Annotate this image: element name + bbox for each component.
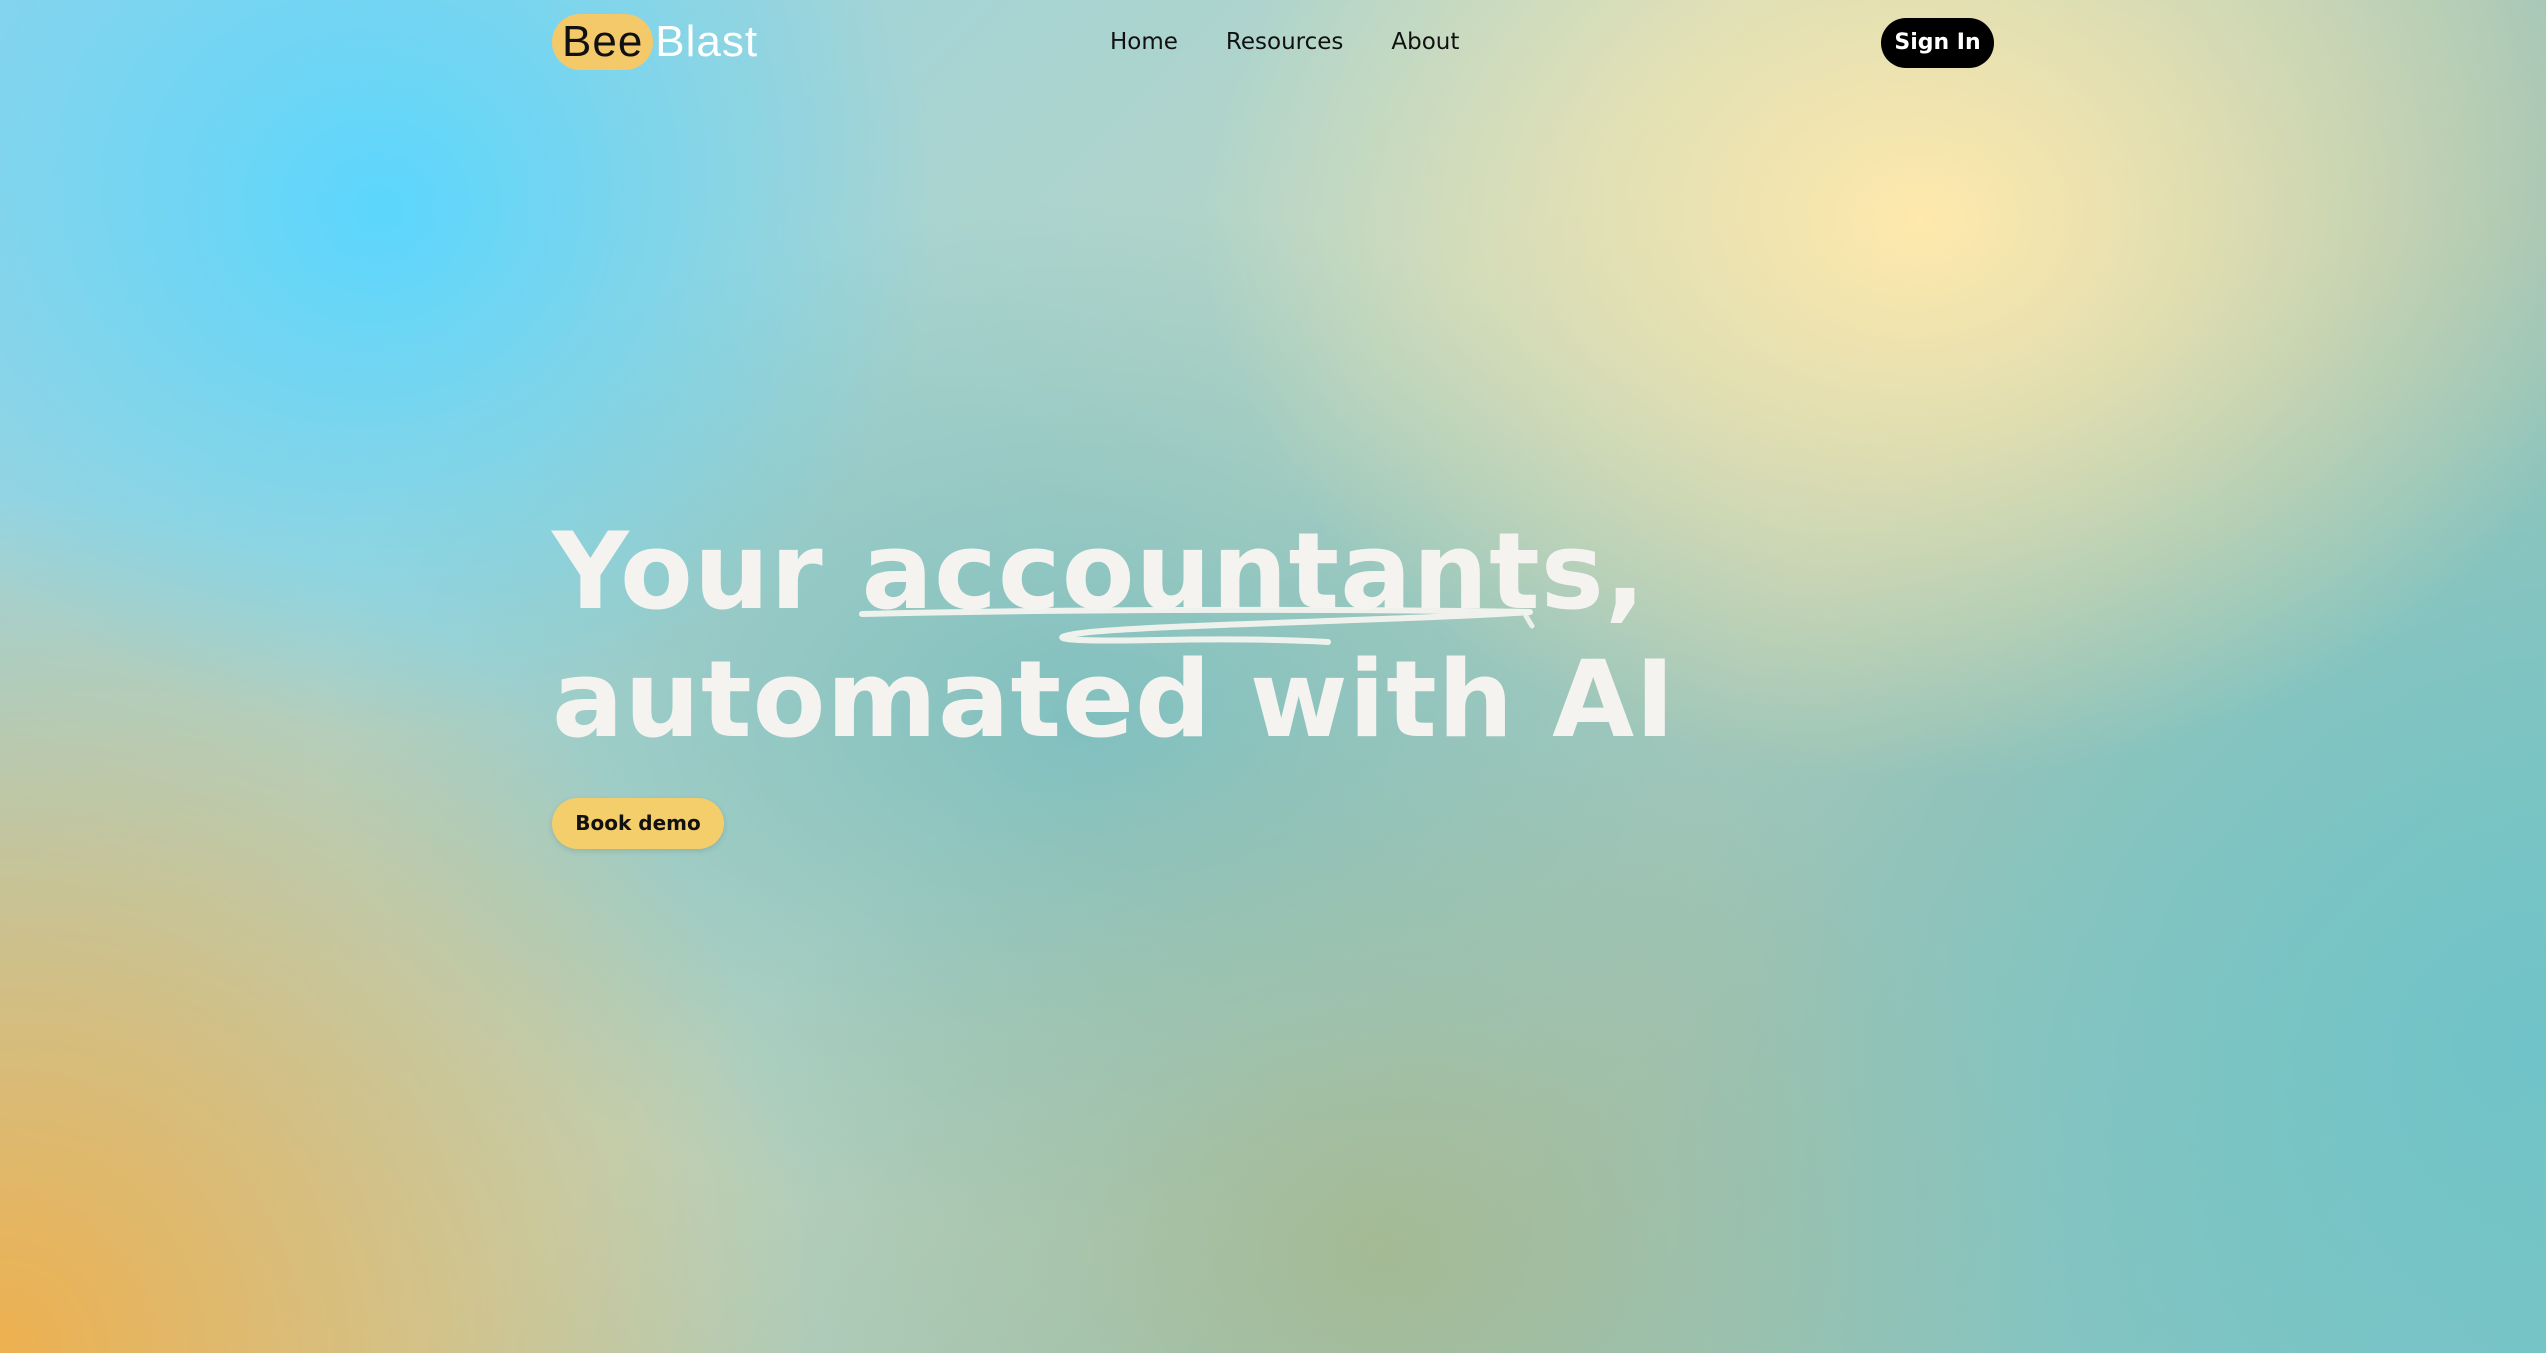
nav-link-about[interactable]: About	[1391, 24, 1459, 60]
brand-logo[interactable]: Bee Blast	[552, 14, 758, 70]
book-demo-button[interactable]: Book demo	[552, 798, 724, 849]
sign-in-button[interactable]: Sign In	[1881, 18, 1994, 68]
hero-section: Your accountants, automated with AI Book…	[552, 508, 1676, 849]
hero-title-word: Your	[552, 510, 824, 633]
hero-title: Your accountants, automated with AI	[552, 508, 1676, 764]
hero-title-line-1: Your accountants,	[552, 508, 1652, 645]
hero-title-line-2: automated with AI	[552, 638, 1676, 761]
logo-bee-text: Bee	[552, 14, 654, 70]
hero-highlight-text: accountants,	[861, 510, 1647, 633]
main-nav: Home Resources About	[1110, 24, 1459, 60]
hero-title-highlight: accountants,	[858, 508, 1647, 645]
nav-link-resources[interactable]: Resources	[1226, 24, 1343, 60]
nav-link-home[interactable]: Home	[1110, 24, 1178, 60]
site-header: Bee Blast Home Resources About Sign In	[0, 0, 2546, 84]
logo-blast-text: Blast	[655, 17, 759, 66]
